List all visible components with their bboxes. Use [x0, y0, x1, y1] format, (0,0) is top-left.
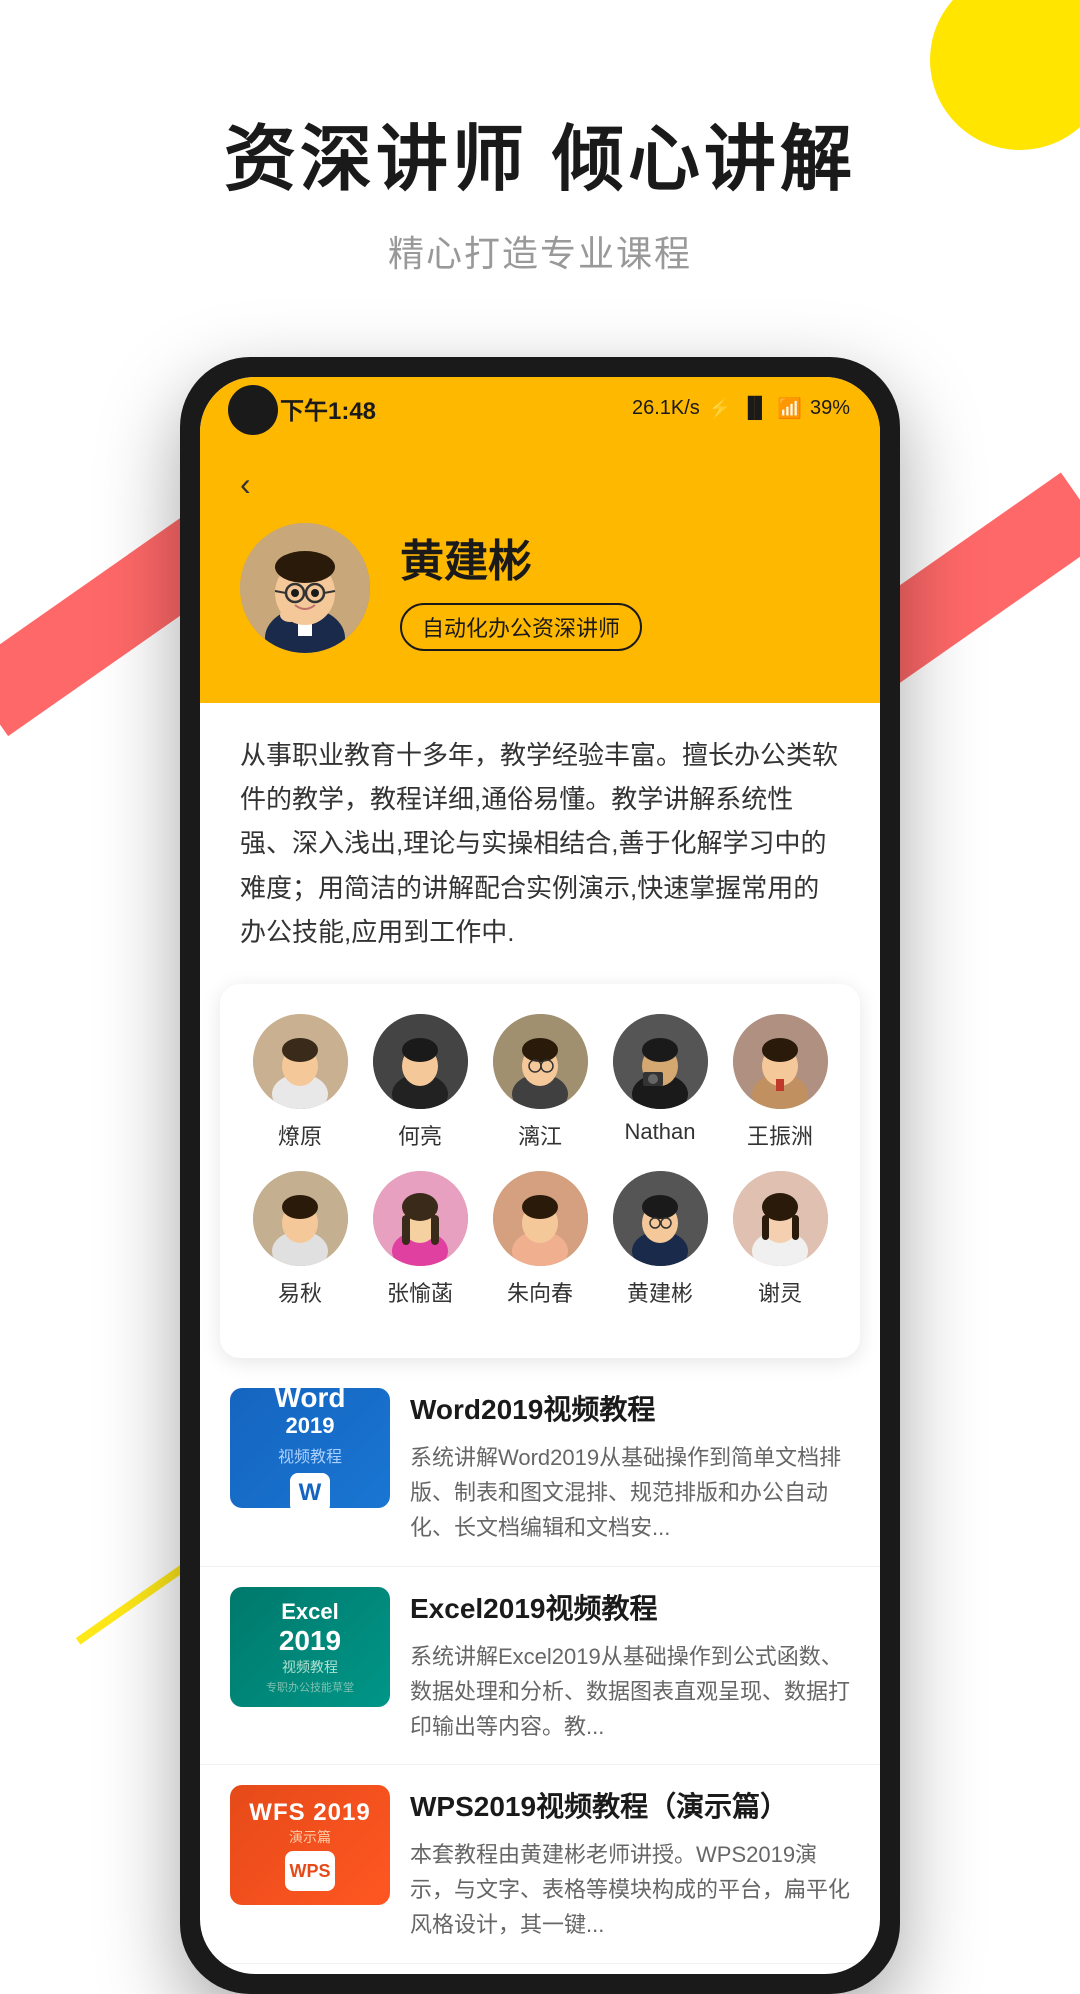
teacher-avatar: [240, 523, 370, 653]
instructor-yiqiu[interactable]: 易秋: [253, 1171, 348, 1308]
instructor-huangjianbin[interactable]: 黄建彬: [613, 1171, 708, 1308]
course-thumb-word: Word 2019 视频教程 W: [230, 1388, 390, 1508]
instructor-name-9: 黄建彬: [627, 1276, 693, 1308]
instructor-avatar-9: [613, 1171, 708, 1266]
teacher-details: 黄建彬 自动化办公资深讲师: [400, 525, 642, 651]
status-icons: 26.1K/s ⚡ ▐▌ 📶 39%: [632, 396, 850, 421]
course-desc-wps: 本套教程由黄建彬老师讲授。WPS2019演示，与文字、表格等模块构成的平台，扁平…: [410, 1837, 850, 1943]
battery-text: 39%: [810, 397, 850, 420]
instructor-avatar-5: [733, 1014, 828, 1109]
instructor-zhangyuhan[interactable]: 张愉菡: [373, 1171, 468, 1308]
status-bar: 下午1:48 26.1K/s ⚡ ▐▌ 📶 39%: [200, 377, 880, 436]
teacher-name: 黄建彬: [400, 525, 642, 589]
phone-wrapper: 下午1:48 26.1K/s ⚡ ▐▌ 📶 39% ‹: [0, 357, 1080, 1994]
instructor-liaoyuan[interactable]: 燎原: [253, 1014, 348, 1151]
course-desc-word: 系统讲解Word2019从基础操作到简单文档排版、制表和图文混排、规范排版和办公…: [410, 1440, 850, 1546]
course-item-excel[interactable]: Excel 2019 视频教程 专职办公技能草堂 Excel2019视频教程 系…: [200, 1567, 880, 1766]
hero-title: 资深讲师 倾心讲解: [0, 100, 1080, 205]
signal-bars-icon: ▐▌: [741, 397, 769, 420]
instructor-name-2: 何亮: [398, 1119, 442, 1151]
instructors-card: 燎原 何亮: [220, 984, 860, 1358]
course-info-wps: WPS2019视频教程（演示篇） 本套教程由黄建彬老师讲授。WPS2019演示，…: [410, 1785, 850, 1943]
instructor-avatar-4: [613, 1014, 708, 1109]
instructor-name-7: 张愉菡: [387, 1276, 453, 1308]
status-time: 下午1:48: [280, 391, 376, 426]
instructor-avatar-8: [493, 1171, 588, 1266]
instructor-name-1: 燎原: [278, 1119, 322, 1151]
instructor-heliang[interactable]: 何亮: [373, 1014, 468, 1151]
instructor-avatar-10: [733, 1171, 828, 1266]
instructor-avatar-3: [493, 1014, 588, 1109]
course-info-word: Word2019视频教程 系统讲解Word2019从基础操作到简单文档排版、制表…: [410, 1388, 850, 1546]
instructor-name-5: 王振洲: [747, 1119, 813, 1151]
phone-inner: 下午1:48 26.1K/s ⚡ ▐▌ 📶 39% ‹: [200, 377, 880, 1974]
bluetooth-icon: ⚡: [708, 396, 733, 421]
hero-subtitle: 精心打造专业课程: [0, 225, 1080, 277]
hero-section: 资深讲师 倾心讲解 精心打造专业课程: [0, 0, 1080, 317]
camera-notch: [228, 385, 278, 435]
instructor-name-6: 易秋: [278, 1276, 322, 1308]
instructor-wangzhenzhou[interactable]: 王振洲: [733, 1014, 828, 1151]
course-title-word: Word2019视频教程: [410, 1388, 850, 1428]
teacher-description: 从事职业教育十多年，教学经验丰富。擅长办公类软件的教学，教程详细,通俗易懂。教学…: [200, 703, 880, 984]
course-item-word[interactable]: Word 2019 视频教程 W Word2019视频教程 系统讲解Word20…: [200, 1368, 880, 1567]
instructors-row-1: 燎原 何亮: [240, 1014, 840, 1151]
instructor-lijiang[interactable]: 漓江: [493, 1014, 588, 1151]
phone-frame: 下午1:48 26.1K/s ⚡ ▐▌ 📶 39% ‹: [180, 357, 900, 1994]
course-list: Word 2019 视频教程 W Word2019视频教程 系统讲解Word20…: [200, 1358, 880, 1974]
course-title-excel: Excel2019视频教程: [410, 1587, 850, 1627]
course-info-excel: Excel2019视频教程 系统讲解Excel2019从基础操作到公式函数、数据…: [410, 1587, 850, 1745]
course-thumb-wps: WFS 2019 演示篇 WPS: [230, 1785, 390, 1905]
instructor-avatar-1: [253, 1014, 348, 1109]
profile-section: ‹: [200, 436, 880, 703]
instructor-avatar-6: [253, 1171, 348, 1266]
instructor-name-8: 朱向春: [507, 1276, 573, 1308]
wifi-icon: 📶: [777, 396, 802, 421]
course-desc-excel: 系统讲解Excel2019从基础操作到公式函数、数据处理和分析、数据图表直观呈现…: [410, 1639, 850, 1745]
instructors-row-2: 易秋: [240, 1171, 840, 1308]
instructor-avatar-7: [373, 1171, 468, 1266]
instructor-xieling[interactable]: 谢灵: [733, 1171, 828, 1308]
instructor-avatar-2: [373, 1014, 468, 1109]
course-item-wps[interactable]: WFS 2019 演示篇 WPS WPS2019视频教程（演示篇） 本套教程由黄…: [200, 1765, 880, 1964]
signal-text: 26.1K/s: [632, 397, 700, 420]
instructor-nathan[interactable]: Nathan: [613, 1014, 708, 1151]
instructor-name-4: Nathan: [625, 1119, 696, 1145]
instructor-name-3: 漓江: [518, 1119, 562, 1151]
course-thumb-excel: Excel 2019 视频教程 专职办公技能草堂: [230, 1587, 390, 1707]
back-button[interactable]: ‹: [240, 466, 840, 503]
profile-info: 黄建彬 自动化办公资深讲师: [240, 523, 840, 653]
teacher-badge: 自动化办公资深讲师: [400, 603, 642, 651]
instructor-zhuxiangchun[interactable]: 朱向春: [493, 1171, 588, 1308]
instructor-name-10: 谢灵: [758, 1276, 802, 1308]
course-title-wps: WPS2019视频教程（演示篇）: [410, 1785, 850, 1825]
